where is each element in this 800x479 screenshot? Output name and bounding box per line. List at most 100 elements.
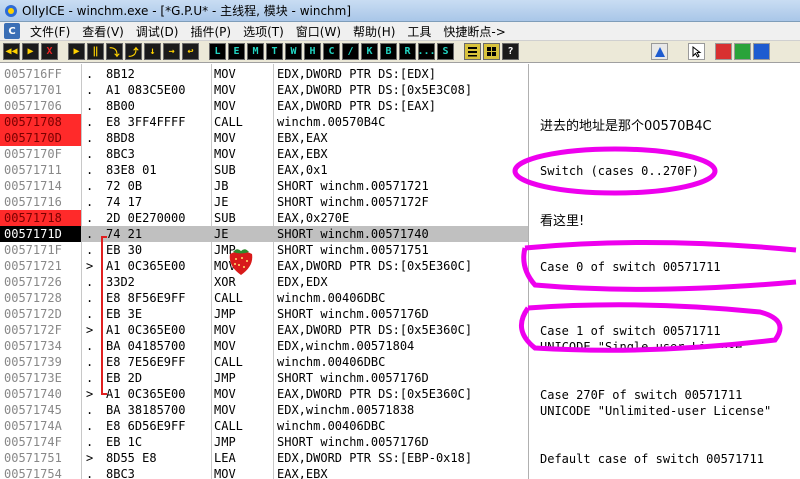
jump-mark-cell: > [86,387,94,401]
tool-icon[interactable] [715,43,732,60]
address-cell: 0057173E [4,371,62,385]
disasm-row[interactable]: 00571751 >8D55 E8 LEA EDX,DWORD PTR SS:[EBP… [0,450,528,466]
operand-cell: winchm.00406DBC [277,419,386,433]
pause-button[interactable]: ‖ [87,43,104,60]
menu-debug[interactable]: 调试(D) [130,23,185,40]
grid-icon[interactable] [483,43,500,60]
mnemonic-cell: MOV [214,403,236,417]
disasm-row[interactable]: 00571701. A1 083C5E00 MOV EAX,DWORD PTR DS:… [0,82,528,98]
disasm-row[interactable]: 0057170F. 8BC3 MOV EAX,EBX [0,146,528,162]
cpu-window-button[interactable]: C [323,43,340,60]
disasm-row[interactable]: 0057171F. EB 30 JMP SHORT winchm.00571751 [0,242,528,258]
disasm-row[interactable]: 00571726. 33D2 XOR EDX,EDX [0,274,528,290]
disasm-row[interactable]: 00571718. 2D 0E270000 SUB EAX,0x270E [0,210,528,226]
menu-file[interactable]: 文件(F) [24,23,76,40]
patches-window-button[interactable]: / [342,43,359,60]
restart-button[interactable]: ▶ [22,43,39,60]
menu-quick-breakpoints[interactable]: 快捷断点-> [437,23,511,40]
disasm-row[interactable]: 00571754. 8BC3 MOV EAX,EBX [0,466,528,479]
menu-view[interactable]: 查看(V) [76,23,130,40]
source-window-button[interactable]: S [437,43,454,60]
tool-icon-3[interactable] [753,43,770,60]
disasm-row[interactable]: 0057174F. EB 1C JMP SHORT winchm.0057176D [0,434,528,450]
comment-case-270f: Case 270F of switch 00571711 [540,388,743,402]
hex-dump-cell: 8B00 [106,99,135,113]
hex-dump-cell: 8BC3 [106,147,135,161]
call-stack-button[interactable]: K [361,43,378,60]
open-button[interactable]: ◀◀ [3,43,20,60]
pane-divider[interactable] [528,64,529,479]
references-window-button[interactable]: R [399,43,416,60]
disasm-row[interactable]: 00571711. 83E8 01 SUB EAX,0x1 [0,162,528,178]
jump-mark-cell: . [86,163,94,177]
jump-mark-cell: . [86,467,94,479]
operand-cell: EAX,DWORD PTR DS:[EAX] [277,99,436,113]
menu-bar: C 文件(F) 查看(V) 调试(D) 插件(P) 选项(T) 窗口(W) 帮助… [0,22,800,41]
list-icon[interactable] [464,43,481,60]
execute-till-return-button[interactable]: ↩ [182,43,199,60]
disasm-row[interactable]: 0057171D. 74 21 JE SHORT winchm.00571740 [0,226,528,242]
font-icon[interactable] [651,43,668,60]
trace-over-button[interactable]: → [163,43,180,60]
operand-cell: EAX,DWORD PTR DS:[0x5E360C] [277,387,473,401]
note-call-target: 进去的地址是那个00570B4C [540,119,712,134]
jump-mark-cell: > [86,451,94,465]
disasm-row[interactable]: 00571716. 74 17 JE SHORT winchm.0057172F [0,194,528,210]
disasm-row[interactable]: 00571708. E8 3FF4FFFF CALL winchm.00570B4C [0,114,528,130]
disasm-row[interactable]: 00571706. 8B00 MOV EAX,DWORD PTR DS:[EAX] [0,98,528,114]
log-window-button[interactable]: L [209,43,226,60]
run-trace-button[interactable]: ... [417,43,436,60]
menu-options[interactable]: 选项(T) [237,23,290,40]
step-over-button[interactable]: ⤴ [125,43,142,60]
address-cell: 00571708 [0,114,81,130]
disasm-row[interactable]: 00571734. BA 04185700 MOV EDX,winchm.005718… [0,338,528,354]
disasm-row[interactable]: 00571728. E8 8F56E9FF CALL winchm.00406DBC [0,290,528,306]
mnemonic-cell: MOV [214,323,236,337]
run-button[interactable]: ▶ [68,43,85,60]
ollydbg-logo-icon [4,4,18,18]
menu-help[interactable]: 帮助(H) [347,23,401,40]
disasm-row[interactable]: 0057172D. EB 3E JMP SHORT winchm.0057176D [0,306,528,322]
disasm-row[interactable]: 00571740 > A1 0C365E00 MOV EAX,DWORD PTR DS:… [0,386,528,402]
cursor-icon[interactable] [688,43,705,60]
operand-cell: SHORT winchm.0057172F [277,195,429,209]
memory-window-button[interactable]: M [247,43,264,60]
disasm-row[interactable]: 00571714. 72 0B JB SHORT winchm.00571721 [0,178,528,194]
threads-window-button[interactable]: T [266,43,283,60]
disasm-row[interactable]: 0057174A. E8 6D56E9FF CALL winchm.00406DBC [0,418,528,434]
hex-dump-cell: EB 1C [106,435,143,449]
address-cell: 00571701 [4,83,62,97]
hex-dump-cell: 8B12 [106,67,135,81]
operand-cell: SHORT winchm.00571751 [277,243,429,257]
menu-window[interactable]: 窗口(W) [290,23,347,40]
trace-into-button[interactable]: ↓ [144,43,161,60]
address-cell: 00571706 [4,99,62,113]
address-cell: 0057172D [4,307,62,321]
address-cell: 00571734 [4,339,62,353]
disasm-row[interactable]: 00571745. BA 38185700 MOV EDX,winchm.005718… [0,402,528,418]
operand-cell: EDX,EDX [277,275,328,289]
operand-cell: EDX,winchm.00571804 [277,339,415,353]
operand-cell: EAX,0x270E [277,211,350,225]
question-icon[interactable]: ? [502,43,519,60]
disasm-row[interactable]: 0057172F > A1 0C365E00 MOV EAX,DWORD PTR DS:… [0,322,528,338]
app-icon[interactable]: C [4,23,20,39]
modules-window-button[interactable]: E [228,43,245,60]
menu-plugins[interactable]: 插件(P) [184,23,237,40]
tool-icon-2[interactable] [734,43,751,60]
menu-tools[interactable]: 工具 [401,23,437,40]
disasm-row[interactable]: 005716FF. 8B12 MOV EDX,DWORD PTR DS:[EDX] [0,66,528,82]
step-into-button[interactable]: ⤵ [106,43,123,60]
jump-mark-cell: . [86,243,94,257]
disasm-row[interactable]: 0057170D. 8BD8 MOV EBX,EAX [0,130,528,146]
mnemonic-cell: SUB [214,211,236,225]
disasm-row[interactable]: 00571739. E8 7E56E9FF CALL winchm.00406DBC [0,354,528,370]
breakpoints-window-button[interactable]: B [380,43,397,60]
disasm-row[interactable]: 00571721 > A1 0C365E00 MOV EAX,DWORD PTR DS:… [0,258,528,274]
disasm-row[interactable]: 0057173E. EB 2D JMP SHORT winchm.0057176D [0,370,528,386]
operand-cell: winchm.00570B4C [277,115,386,129]
close-button[interactable]: X [41,43,58,60]
windows-window-button[interactable]: W [285,43,302,60]
hex-dump-cell: E8 7E56E9FF [106,355,186,369]
handles-window-button[interactable]: H [304,43,321,60]
